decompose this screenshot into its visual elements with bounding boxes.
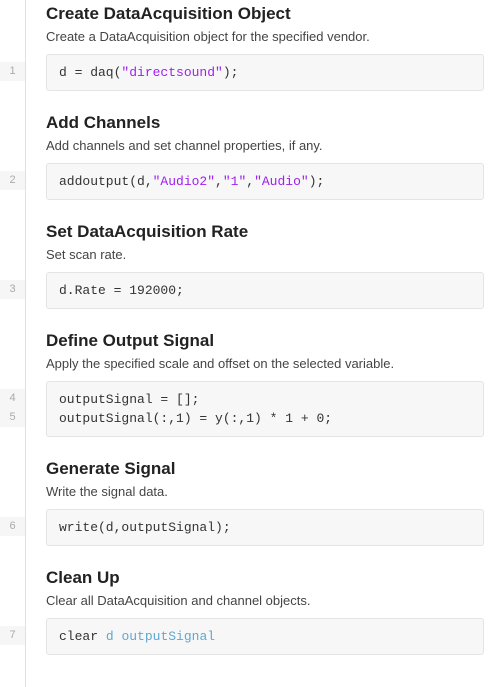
section: Generate Signal Write the signal data. wri… [46,459,484,546]
section-heading: Add Channels [46,113,484,133]
section-heading: Clean Up [46,568,484,588]
code-block[interactable]: d.Rate = 192000; [46,272,484,309]
section-description: Create a DataAcquisition object for the … [46,29,484,44]
code-block[interactable]: clear d outputSignal [46,618,484,655]
line-number: 1 [0,62,26,81]
line-number: 2 [0,171,26,190]
line-number: 5 [0,408,26,427]
section: Add Channels Add channels and set channel… [46,113,484,200]
section: Clean Up Clear all DataAcquisition and ch… [46,568,484,655]
section-description: Apply the specified scale and offset on … [46,356,484,371]
section-description: Write the signal data. [46,484,484,499]
line-number: 6 [0,517,26,536]
code-block[interactable]: d = daq("directsound"); [46,54,484,91]
page: 1234567 Create DataAcquisition ObjectCre… [0,0,504,687]
line-number: 4 [0,389,26,408]
line-number: 3 [0,280,26,299]
section-heading: Generate Signal [46,459,484,479]
section-description: Clear all DataAcquisition and channel ob… [46,593,484,608]
section-heading: Create DataAcquisition Object [46,4,484,24]
section: Define Output Signal Apply the specified … [46,331,484,437]
section-description: Set scan rate. [46,247,484,262]
section-heading: Define Output Signal [46,331,484,351]
code-block[interactable]: write(d,outputSignal); [46,509,484,546]
code-block[interactable]: outputSignal = []; outputSignal(:,1) = y… [46,381,484,437]
content-area: Create DataAcquisition Object Create a Da… [26,0,504,687]
line-number-gutter: 1 2 3 45 6 7 [0,0,26,687]
section-description: Add channels and set channel properties,… [46,138,484,153]
section: Create DataAcquisition Object Create a Da… [46,4,484,91]
section-heading: Set DataAcquisition Rate [46,222,484,242]
line-number: 7 [0,626,26,645]
section: Set DataAcquisition Rate Set scan rate. d.… [46,222,484,309]
code-block[interactable]: addoutput(d,"Audio2","1","Audio"); [46,163,484,200]
